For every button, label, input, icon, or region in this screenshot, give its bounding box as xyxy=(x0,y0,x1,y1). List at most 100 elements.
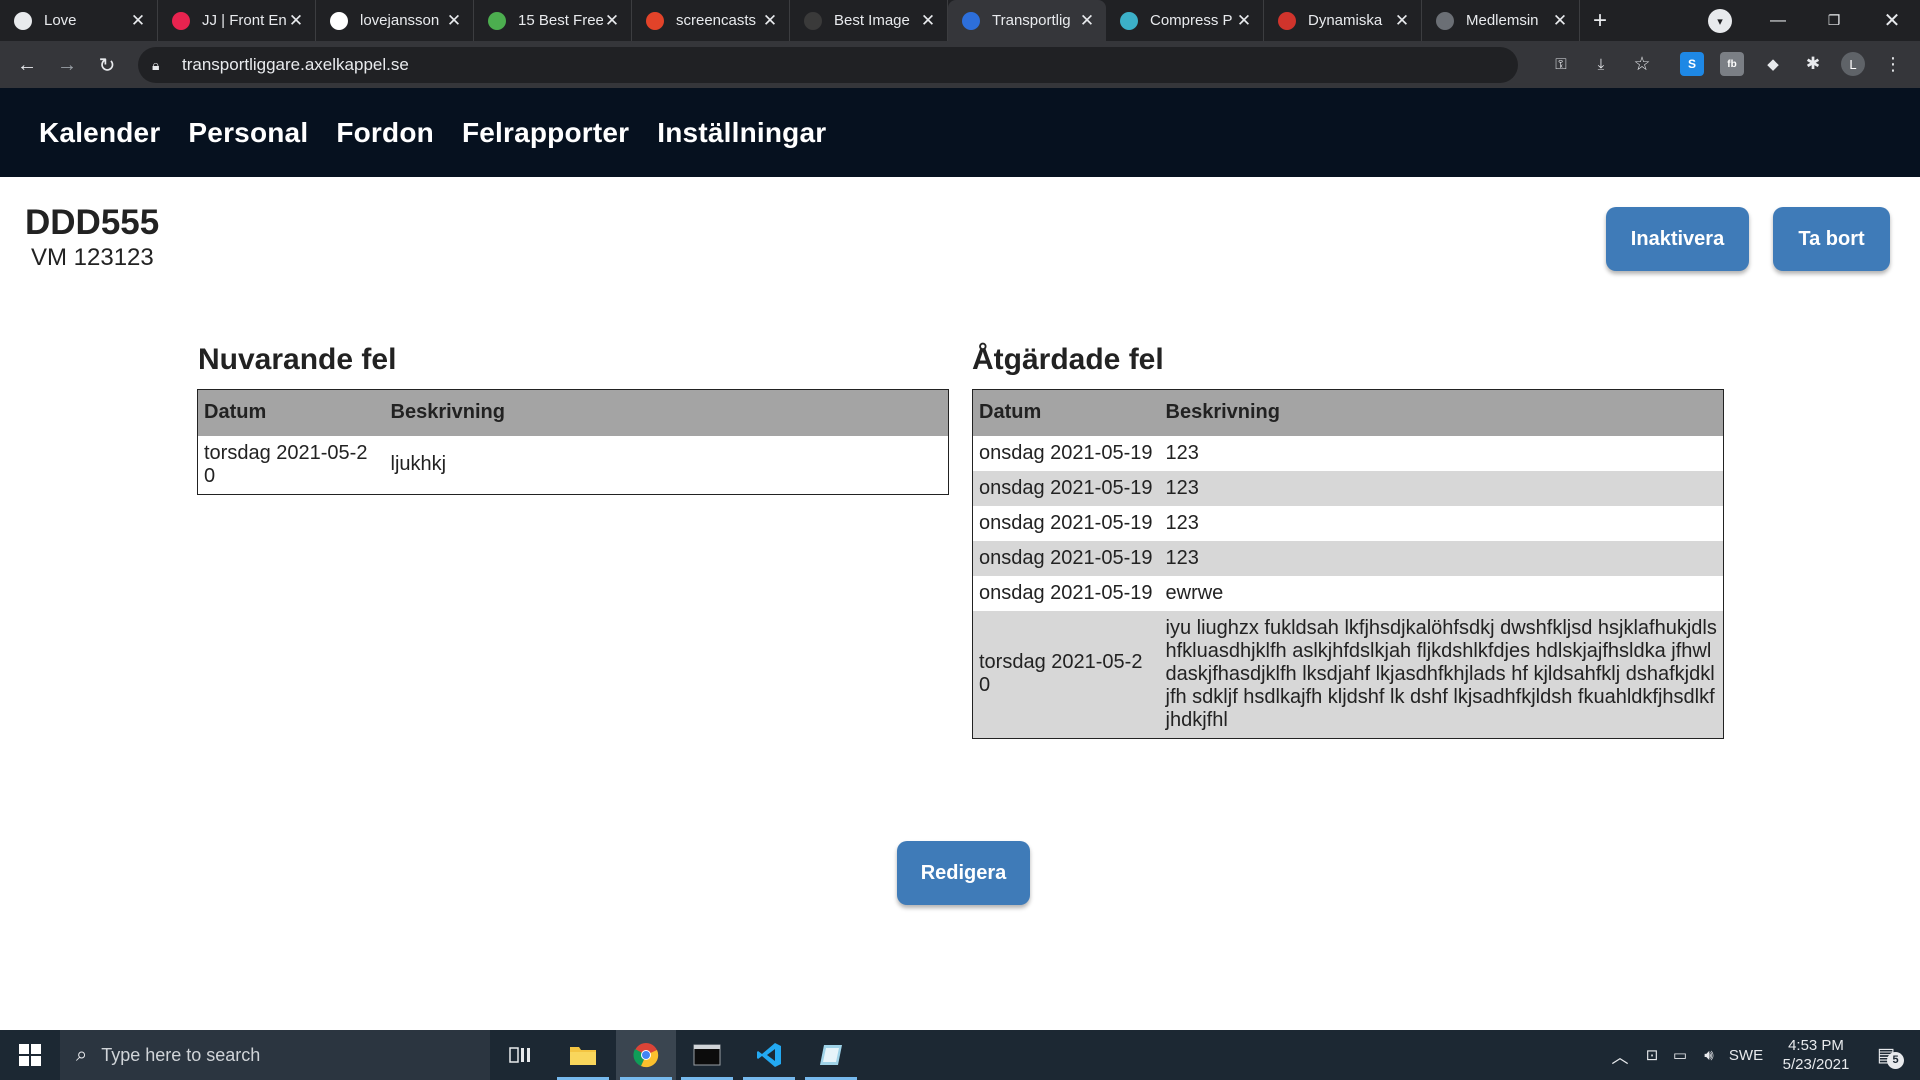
volume-icon[interactable]: 🔊︎ xyxy=(1694,1030,1724,1080)
fault-description-cell: ljukhkj xyxy=(390,453,447,475)
chrome-icon[interactable] xyxy=(616,1030,676,1080)
vscode-icon[interactable] xyxy=(739,1030,799,1080)
lock-icon: 🔒︎ xyxy=(152,56,160,73)
close-tab-icon[interactable]: ✕ xyxy=(603,11,621,31)
fault-description-cell: 123 xyxy=(1165,511,1199,534)
browser-tab[interactable]: Compress P ✕ xyxy=(1106,0,1264,41)
fault-date-cell: onsdag 2021-05-19 xyxy=(979,581,1153,604)
table-row: onsdag 2021-05-19 123 xyxy=(973,506,1724,541)
table-row: torsdag 2021-05-20 ljukhkj xyxy=(198,436,949,495)
install-icon[interactable]: ⤓ xyxy=(1589,52,1613,76)
back-icon[interactable]: ← xyxy=(7,45,47,85)
close-tab-icon[interactable]: ✕ xyxy=(1235,11,1253,31)
tab-title: Medlemsin xyxy=(1466,12,1539,29)
current-faults-table: Datum Beskrivning torsdag 2021-05-20 ljuk… xyxy=(197,389,949,495)
tab-list: Love ✕ JJ | Front En ✕ lovejansson ✕ 15 Best F… xyxy=(0,0,1580,41)
taskbar-search-box[interactable]: ⌕ Type here to search xyxy=(60,1030,490,1080)
menu-kebab-icon[interactable]: ⋮ xyxy=(1881,52,1905,76)
browser-tab[interactable]: JJ | Front En ✕ xyxy=(158,0,316,41)
dynamiska-favicon-icon xyxy=(1278,11,1296,30)
fixed-faults-heading: Åtgärdade fel xyxy=(972,343,1164,376)
clock-time: 4:53 PM xyxy=(1788,1037,1844,1054)
fault-date-cell: onsdag 2021-05-19 xyxy=(979,511,1153,534)
minimize-icon[interactable]: — xyxy=(1750,0,1806,41)
show-hidden-icons-chevron-icon[interactable]: ︿ xyxy=(1606,1030,1634,1080)
close-tab-icon[interactable]: ✕ xyxy=(919,11,937,31)
fault-date-cell: onsdag 2021-05-19 xyxy=(972,470,1160,506)
close-tab-icon[interactable]: ✕ xyxy=(1551,11,1569,31)
fault-date-cell: torsdag 2021-05-20 xyxy=(972,610,1160,738)
column-header-date: Datum xyxy=(972,389,1160,436)
main-navigation: Kalender Personal Fordon Felrapporter In… xyxy=(0,88,1920,177)
skype-extension-icon[interactable]: S xyxy=(1680,52,1704,76)
nav-kalender[interactable]: Kalender xyxy=(39,117,160,149)
close-tab-icon[interactable]: ✕ xyxy=(129,11,147,31)
restore-icon[interactable]: ❐ xyxy=(1806,0,1862,41)
compress-favicon-icon xyxy=(1120,11,1138,30)
github-favicon-icon xyxy=(330,11,348,30)
fault-date-cell: onsdag 2021-05-19 xyxy=(972,540,1160,576)
tab-title: Love xyxy=(44,12,77,29)
nav-personal[interactable]: Personal xyxy=(188,117,308,149)
tab-search-icon[interactable]: ▾ xyxy=(1708,9,1732,33)
forward-icon[interactable]: → xyxy=(47,45,87,85)
browser-tab[interactable]: Medlemsin ✕ xyxy=(1422,0,1580,41)
windows-start-icon[interactable] xyxy=(0,1030,60,1080)
close-tab-icon[interactable]: ✕ xyxy=(1393,11,1411,31)
browser-tab[interactable]: Best Image ✕ xyxy=(790,0,948,41)
language-indicator[interactable]: SWE xyxy=(1726,1030,1766,1080)
notes-app-icon[interactable] xyxy=(801,1030,861,1080)
taskbar-clock[interactable]: 4:53 PM 5/23/2021 xyxy=(1766,1036,1866,1074)
fault-date-cell: onsdag 2021-05-19 xyxy=(979,441,1153,464)
new-tab-button[interactable]: + xyxy=(1580,0,1620,41)
column-header-description: Beskrivning xyxy=(1159,389,1724,436)
task-view-icon[interactable] xyxy=(490,1030,550,1080)
tag-extension-icon[interactable]: ◆ xyxy=(1761,52,1785,76)
fault-date-cell: torsdag 2021-05-20 xyxy=(204,441,368,487)
tab-title: JJ | Front En xyxy=(202,12,287,29)
table-row: torsdag 2021-05-20 iyu liughzx fukldsah l… xyxy=(972,610,1724,738)
bookmark-star-icon[interactable]: ☆ xyxy=(1630,52,1654,76)
close-tab-icon[interactable]: ✕ xyxy=(445,11,463,31)
profile-avatar[interactable]: L xyxy=(1841,52,1865,76)
reload-icon[interactable]: ↻ xyxy=(87,45,127,85)
jj-favicon-icon xyxy=(172,11,190,30)
current-faults-heading: Nuvarande fel xyxy=(198,343,397,376)
dark-circle-favicon-icon xyxy=(804,11,822,30)
edit-button[interactable]: Redigera xyxy=(897,841,1030,905)
close-tab-icon[interactable]: ✕ xyxy=(287,11,305,31)
browser-tab[interactable]: Dynamiska ✕ xyxy=(1264,0,1422,41)
delete-button[interactable]: Ta bort xyxy=(1773,207,1890,271)
globe-favicon-icon xyxy=(1436,11,1454,30)
close-window-icon[interactable]: ✕ xyxy=(1864,0,1920,41)
fault-description-cell: ewrwe xyxy=(1165,581,1224,604)
deactivate-button[interactable]: Inaktivera xyxy=(1606,207,1749,271)
tab-title: 15 Best Free xyxy=(518,12,603,29)
fb-extension-icon[interactable]: fb xyxy=(1720,52,1744,76)
vehicle-plate: DDD555 xyxy=(25,203,160,242)
leaf-favicon-icon xyxy=(488,11,506,30)
notification-center-icon[interactable]: ▤ 5 xyxy=(1864,1030,1908,1080)
extensions-puzzle-icon[interactable]: ✱ xyxy=(1801,52,1825,76)
address-bar[interactable]: 🔒︎ transportliggare.axelkappel.se xyxy=(138,47,1518,83)
meet-now-icon[interactable]: ⊡ xyxy=(1638,1030,1666,1080)
nav-felrapporter[interactable]: Felrapporter xyxy=(462,117,629,149)
file-explorer-icon[interactable] xyxy=(553,1030,613,1080)
fault-description-cell: iyu liughzx fukldsah lkfjhsdjkalöhfsdkj … xyxy=(1159,610,1724,738)
close-tab-icon[interactable]: ✕ xyxy=(761,11,779,31)
tab-title: lovejansson xyxy=(360,12,440,29)
browser-tab[interactable]: Love ✕ xyxy=(0,0,158,41)
close-tab-icon[interactable]: ✕ xyxy=(1078,11,1096,31)
browser-tab[interactable]: lovejansson ✕ xyxy=(316,0,474,41)
tab-title: Dynamiska xyxy=(1308,12,1383,29)
nav-fordon[interactable]: Fordon xyxy=(336,117,434,149)
nav-installningar[interactable]: Inställningar xyxy=(657,117,826,149)
table-header-row: Datum Beskrivning xyxy=(972,389,1724,436)
browser-tab[interactable]: screencasts ✕ xyxy=(632,0,790,41)
terminal-icon[interactable] xyxy=(677,1030,737,1080)
key-icon[interactable]: ⚿ xyxy=(1549,52,1573,76)
battery-icon[interactable]: ▭ xyxy=(1666,1030,1694,1080)
browser-tab[interactable]: 15 Best Free ✕ xyxy=(474,0,632,41)
browser-tab[interactable]: Transportlig ✕ xyxy=(948,0,1106,41)
windows-taskbar: ⌕ Type here to search ︿ ⊡ ▭ 🔊︎ SWE 4:53 … xyxy=(0,1030,1920,1080)
